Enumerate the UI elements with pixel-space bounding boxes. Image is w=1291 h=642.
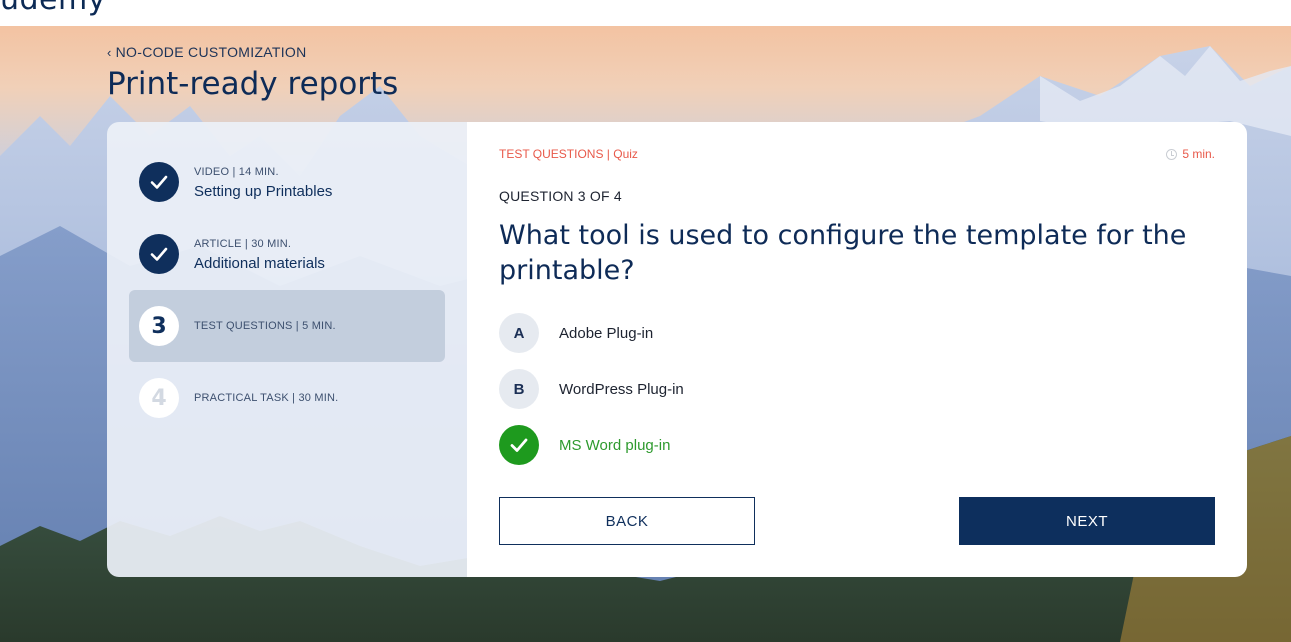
option-letter-badge: B bbox=[499, 369, 539, 409]
quiz-kicker: TEST QUESTIONS | Quiz bbox=[499, 147, 638, 161]
step-meta: TEST QUESTIONS | 5 MIN. bbox=[194, 320, 336, 332]
next-button[interactable]: NEXT bbox=[959, 497, 1215, 545]
step-complete-badge bbox=[139, 162, 179, 202]
check-icon bbox=[150, 175, 168, 189]
quiz-duration: 5 min. bbox=[1166, 147, 1215, 161]
question-text: What tool is used to configure the templ… bbox=[499, 220, 1187, 286]
step-label: Additional materials bbox=[194, 255, 325, 272]
lesson-card: VIDEO | 14 MIN. Setting up Printables AR… bbox=[107, 122, 1247, 577]
option-text: WordPress Plug-in bbox=[559, 380, 684, 398]
step-complete-badge bbox=[139, 234, 179, 274]
brand-logo[interactable]: udemy bbox=[0, 0, 106, 17]
step-label: Setting up Printables bbox=[194, 183, 333, 200]
step-meta: ARTICLE | 30 MIN. bbox=[194, 238, 292, 250]
step-test-questions[interactable]: 3 TEST QUESTIONS | 5 MIN. bbox=[129, 290, 445, 362]
step-number-badge: 3 bbox=[139, 306, 179, 346]
check-icon bbox=[150, 247, 168, 261]
option-text: MS Word plug-in bbox=[559, 436, 671, 454]
chevron-left-icon: ‹ bbox=[107, 44, 112, 60]
breadcrumb-label: NO-CODE CUSTOMIZATION bbox=[115, 44, 307, 60]
step-video[interactable]: VIDEO | 14 MIN. Setting up Printables bbox=[129, 146, 445, 218]
answer-option-c[interactable]: MS Word plug-in bbox=[499, 425, 899, 465]
step-practical-task[interactable]: 4 PRACTICAL TASK | 30 MIN. bbox=[129, 362, 445, 434]
step-article[interactable]: ARTICLE | 30 MIN. Additional materials bbox=[129, 218, 445, 290]
breadcrumb[interactable]: ‹ NO-CODE CUSTOMIZATION bbox=[107, 44, 307, 60]
lesson-steps-sidebar: VIDEO | 14 MIN. Setting up Printables AR… bbox=[107, 122, 467, 577]
option-text: Adobe Plug-in bbox=[559, 324, 654, 342]
question-progress: QUESTION 3 OF 4 bbox=[499, 188, 622, 204]
option-letter-badge: A bbox=[499, 313, 539, 353]
back-button[interactable]: BACK bbox=[499, 497, 755, 545]
quiz-panel: TEST QUESTIONS | Quiz 5 min. QUESTION 3 … bbox=[467, 122, 1247, 577]
step-meta: VIDEO | 14 MIN. bbox=[194, 166, 279, 178]
option-selected-badge bbox=[499, 425, 539, 465]
clock-icon bbox=[1166, 148, 1178, 160]
duration-text: 5 min. bbox=[1182, 147, 1215, 161]
answer-option-a[interactable]: A Adobe Plug-in bbox=[499, 313, 899, 353]
top-bar: udemy bbox=[0, 0, 1291, 26]
check-icon bbox=[510, 438, 528, 452]
step-meta: PRACTICAL TASK | 30 MIN. bbox=[194, 392, 339, 404]
step-number-badge: 4 bbox=[139, 378, 179, 418]
answer-option-b[interactable]: B WordPress Plug-in bbox=[499, 369, 899, 409]
page-title: Print-ready reports bbox=[107, 66, 399, 102]
